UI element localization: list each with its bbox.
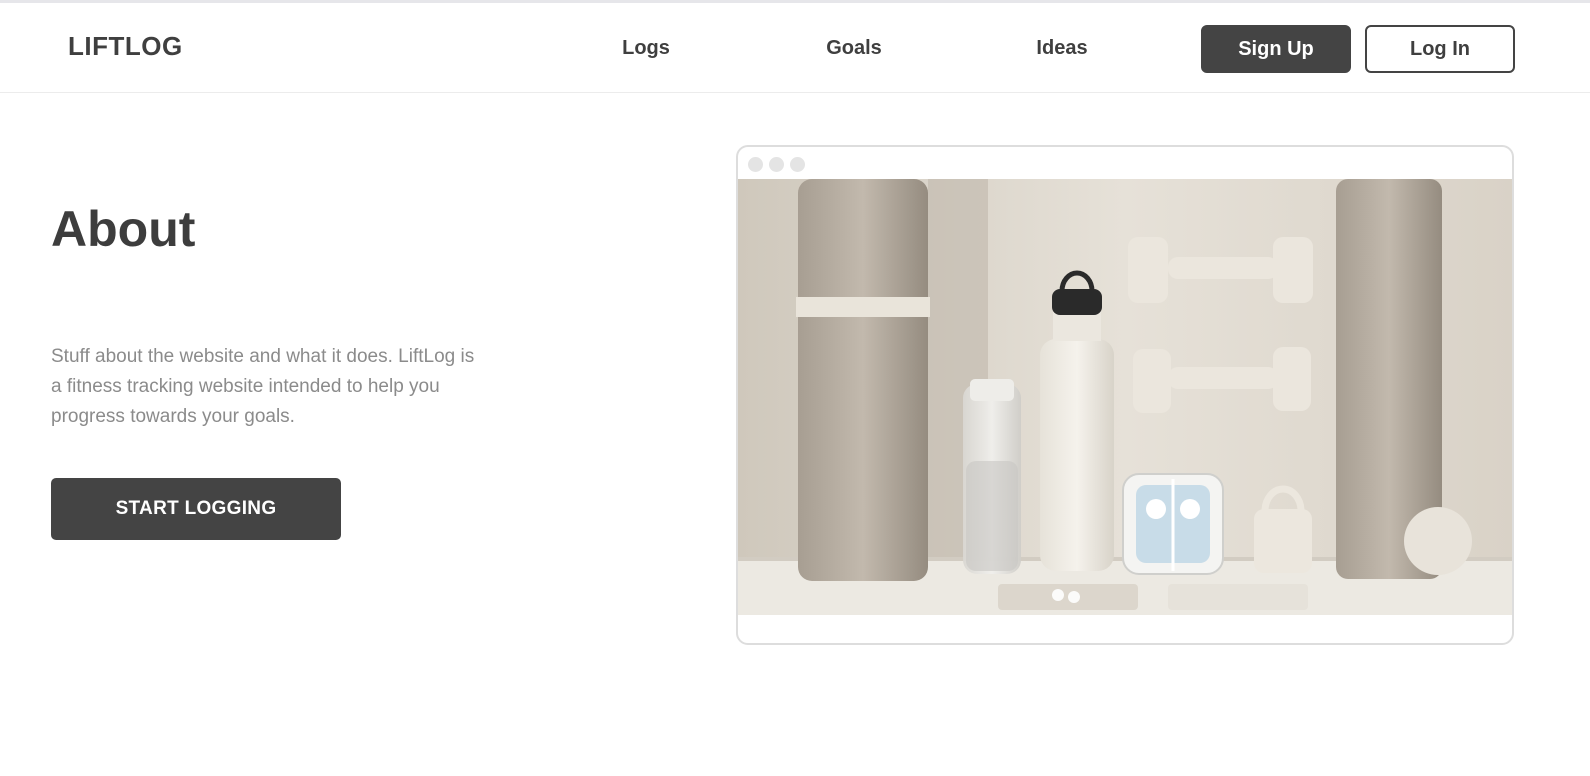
fitness-gear-image [738, 179, 1512, 615]
nav-link-goals[interactable]: Goals [826, 37, 882, 60]
browser-mockup [736, 145, 1514, 645]
nav-link-ideas[interactable]: Ideas [1036, 37, 1087, 60]
sign-up-button[interactable]: Sign Up [1201, 25, 1351, 73]
window-dot-icon [748, 157, 763, 172]
site-logo[interactable]: LIFTLOG [68, 31, 183, 62]
window-dot-icon [769, 157, 784, 172]
log-in-button[interactable]: Log In [1365, 25, 1515, 73]
window-dots [748, 157, 805, 172]
window-dot-icon [790, 157, 805, 172]
page-title: About [51, 201, 196, 257]
nav-link-logs[interactable]: Logs [622, 37, 670, 60]
start-logging-button[interactable]: START LOGGING [51, 478, 341, 540]
about-description: Stuff about the website and what it does… [51, 346, 475, 427]
site-header: LIFTLOG Logs Goals Ideas Sign Up Log In [0, 3, 1590, 93]
